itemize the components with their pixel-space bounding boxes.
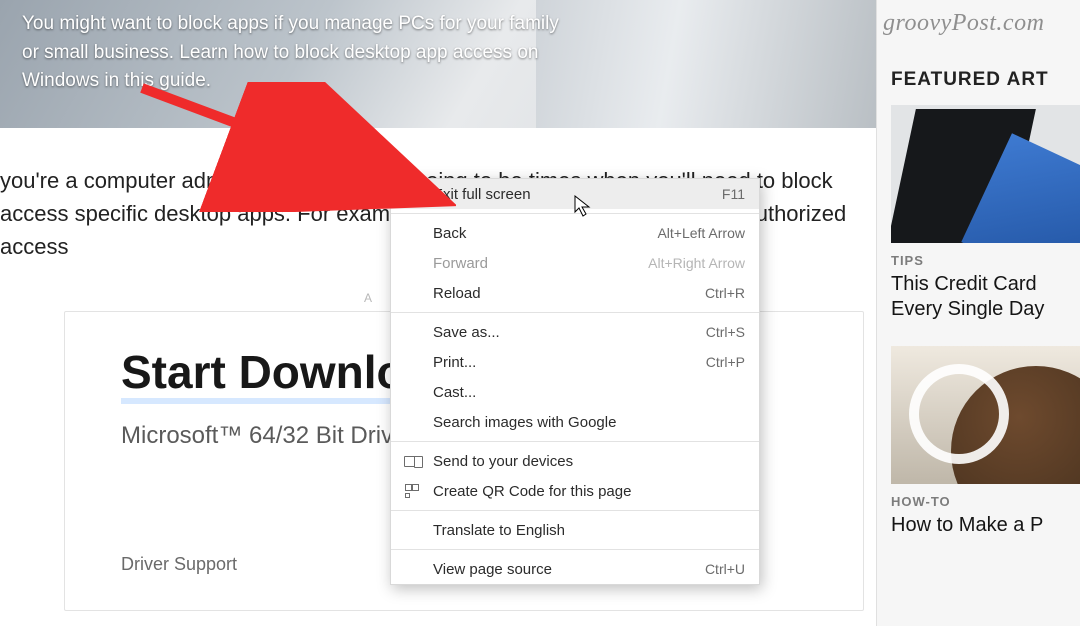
ad-title: Start Downloa [121,348,430,404]
devices-icon [403,454,421,468]
menu-item-shortcut: Ctrl+U [705,561,745,577]
sidebar-section-title: FEATURED ART [891,69,1080,91]
featured-category: HOW-TO [891,494,1080,509]
menu-item-search-images-with-google[interactable]: Search images with Google [391,407,759,437]
menu-item-save-as[interactable]: Save as... Ctrl+S [391,317,759,347]
menu-item-label: Translate to English [433,522,565,539]
featured-card[interactable]: HOW-TO How to Make a P [891,346,1080,538]
menu-item-shortcut: Alt+Left Arrow [657,225,745,241]
sidebar: groovyPost.com FEATURED ART TIPS This Cr… [876,0,1080,626]
menu-item-label: Reload [433,285,481,302]
cursor-icon [574,195,592,217]
menu-item-label: Back [433,225,466,242]
menu-item-translate-to-english[interactable]: Translate to English [391,515,759,545]
qr-icon [403,484,421,498]
menu-item-label: Send to your devices [433,453,573,470]
featured-thumbnail [891,105,1080,243]
menu-item-cast[interactable]: Cast... [391,377,759,407]
menu-item-back[interactable]: Back Alt+Left Arrow [391,218,759,248]
menu-item-shortcut: Ctrl+R [705,285,745,301]
context-menu: Exit full screenF11BackAlt+Left ArrowFor… [390,178,760,585]
menu-item-label: Print... [433,354,476,371]
menu-item-shortcut: Alt+Right Arrow [648,255,745,271]
menu-item-print[interactable]: Print... Ctrl+P [391,347,759,377]
menu-item-shortcut: Ctrl+S [706,324,745,340]
featured-card[interactable]: TIPS This Credit Card Every Single Day [891,105,1080,322]
featured-title: How to Make a P [891,513,1080,538]
featured-thumbnail [891,346,1080,484]
featured-category: TIPS [891,253,1080,268]
menu-item-shortcut: Ctrl+P [706,354,745,370]
annotation-arrow [136,82,456,212]
menu-item-label: Save as... [433,324,500,341]
site-brand[interactable]: groovyPost.com [877,0,1080,37]
menu-item-create-qr-code-for-this-page[interactable]: Create QR Code for this page [391,476,759,506]
menu-item-label: Forward [433,255,488,272]
menu-separator [391,549,759,550]
menu-separator [391,312,759,313]
menu-separator [391,510,759,511]
menu-item-send-to-your-devices[interactable]: Send to your devices [391,446,759,476]
featured-title: This Credit Card Every Single Day [891,272,1080,322]
menu-item-label: Search images with Google [433,414,616,431]
menu-item-reload[interactable]: Reload Ctrl+R [391,278,759,308]
menu-item-label: Cast... [433,384,476,401]
menu-item-forward: Forward Alt+Right Arrow [391,248,759,278]
menu-separator [391,441,759,442]
menu-item-view-page-source[interactable]: View page source Ctrl+U [391,554,759,584]
menu-item-label: View page source [433,561,552,578]
menu-item-label: Create QR Code for this page [433,483,631,500]
hero-decor-ports [636,12,816,42]
menu-item-shortcut: F11 [722,186,745,202]
